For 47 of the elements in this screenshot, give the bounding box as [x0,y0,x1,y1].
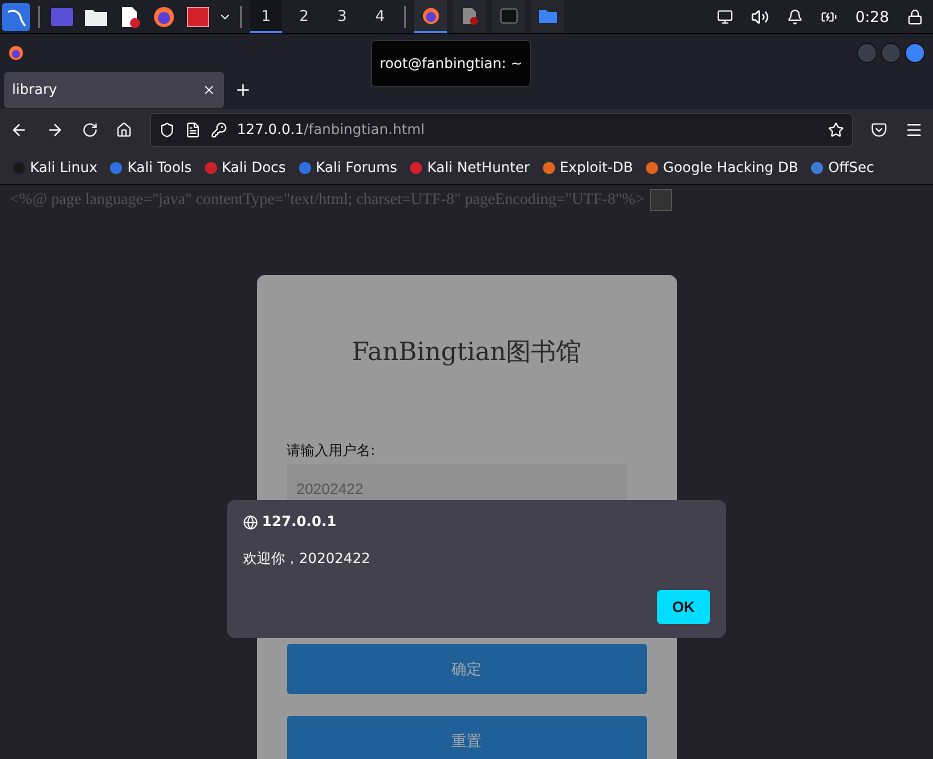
page-icon [185,122,201,138]
bookmark-link[interactable]: Google Hacking DB [644,160,798,176]
key-icon[interactable] [211,122,227,138]
bookmark-link[interactable]: OffSec [810,160,874,176]
bookmark-link[interactable]: Kali Docs [204,160,286,176]
bookmark-link[interactable]: Kali Tools [109,160,192,176]
new-tab-icon[interactable] [234,81,252,99]
globe-icon [243,514,258,530]
task-button[interactable] [453,0,486,33]
bookmark-link[interactable]: Kali NetHunter [409,160,530,176]
username-label: 请输入用户名: [286,442,376,460]
lock-icon[interactable] [907,8,923,24]
tooltip: root@fanbingtian: ~ [371,40,531,87]
ok-button[interactable]: OK [657,590,710,624]
bookmark-link[interactable]: Exploit-DB [542,160,633,176]
back-icon[interactable] [10,121,28,139]
url-text: 127.0.0.1/fanbingtian.html [237,122,425,138]
bookmark-link[interactable]: Kali Linux [12,160,98,176]
close-button[interactable] [905,42,925,62]
workspace-button[interactable]: 3 [326,0,358,33]
workspace-button[interactable]: 4 [364,0,396,33]
bell-icon[interactable] [787,8,804,24]
forward-icon[interactable] [46,121,64,139]
workspace-button[interactable]: 2 [288,0,320,33]
reload-icon[interactable] [82,122,98,138]
browser-icon [8,44,24,60]
volume-icon[interactable] [751,8,770,26]
workspace-button[interactable]: 1 [250,0,282,33]
menu-icon[interactable] [905,121,923,139]
document-icon [462,6,478,24]
home-icon[interactable] [116,122,132,138]
task-button[interactable] [492,0,525,33]
browser-icon [422,6,440,24]
address-bar[interactable]: 127.0.0.1/fanbingtian.html [150,113,853,147]
browser-tab[interactable]: library [4,72,224,108]
dialog-origin: 127.0.0.1 [262,514,336,530]
task-button[interactable] [414,0,447,33]
bookmark-link[interactable]: Kali Forums [298,160,398,176]
dialog-message: 欢迎你，20202422 [243,550,372,568]
shield-icon[interactable] [159,122,175,138]
bookmark-star-icon[interactable] [828,122,844,138]
task-button[interactable] [531,0,564,33]
close-icon[interactable] [202,83,216,97]
clock: 0:28 [855,8,889,26]
folder-icon [538,8,556,22]
library-title: FanBingtian图书馆 [350,336,582,368]
pocket-icon[interactable] [871,122,887,138]
